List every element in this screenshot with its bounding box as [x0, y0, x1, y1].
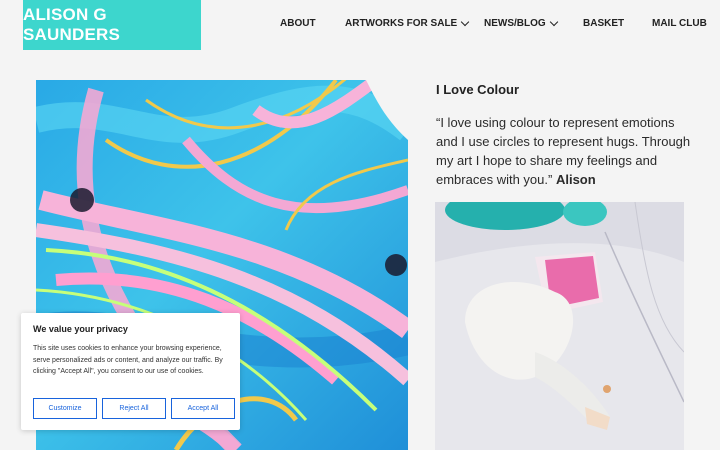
nav-label: ABOUT [280, 18, 316, 29]
nav-label: NEWS/BLOG [484, 18, 546, 29]
nav-item-news-blog[interactable]: NEWS/BLOG [484, 17, 558, 29]
paint-photo [435, 202, 684, 450]
reject-all-button[interactable]: Reject All [102, 398, 166, 419]
cookie-description: This site uses cookies to enhance your b… [33, 345, 223, 376]
artist-quote: “I love using colour to represent emotio… [436, 113, 696, 189]
quote-author: Alison [555, 172, 596, 187]
customize-button[interactable]: Customize [33, 398, 97, 419]
cookie-consent-banner: We value your privacy This site uses coo… [21, 313, 240, 430]
nav-label: ARTWORKS FOR SALE [345, 18, 458, 29]
nav-item-artworks-for-sale[interactable]: ARTWORKS FOR SALE [345, 17, 470, 29]
cookie-title: We value your privacy [33, 324, 128, 334]
page-heading: I Love Colour [436, 82, 520, 97]
cookie-actions: Customize Reject All Accept All [33, 398, 235, 419]
accept-all-button[interactable]: Accept All [171, 398, 235, 419]
chevron-down-icon [549, 17, 558, 26]
nav-item-basket[interactable]: BASKET [583, 18, 624, 29]
main-nav: ABOUT ARTWORKS FOR SALE NEWS/BLOG BASKET… [0, 17, 720, 32]
chevron-down-icon [460, 17, 470, 26]
nav-label: BASKET [583, 18, 625, 29]
nav-label: MAIL CLUB [652, 18, 707, 29]
nav-item-mail-club[interactable]: MAIL CLUB [652, 18, 707, 29]
nav-item-about[interactable]: ABOUT [280, 18, 316, 29]
